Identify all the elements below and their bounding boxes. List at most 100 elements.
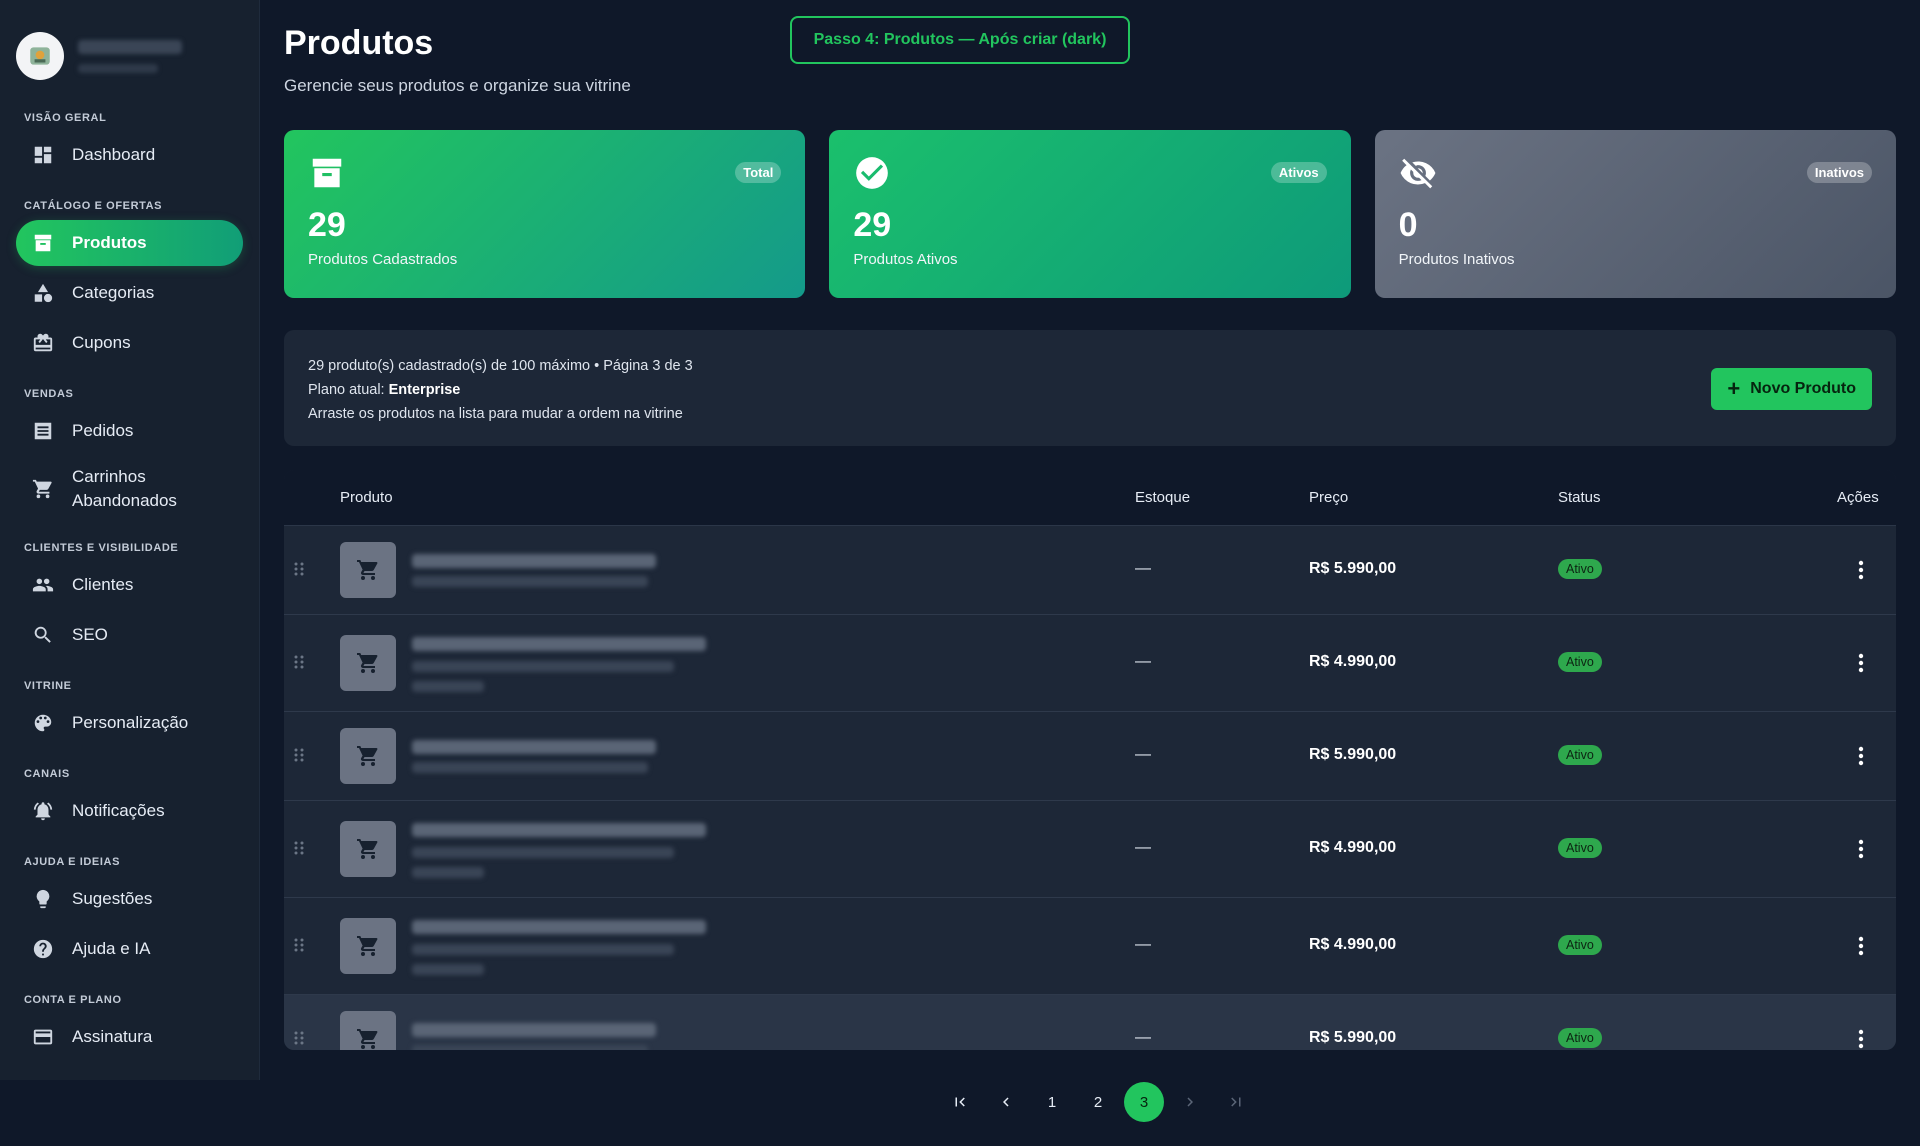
product-price: R$ 5.990,00: [1309, 560, 1397, 577]
product-thumbnail-cart-icon: [340, 1011, 396, 1050]
drag-handle-icon[interactable]: [294, 655, 304, 669]
product-price: R$ 5.990,00: [1309, 1029, 1397, 1046]
product-name-blurred: [412, 1023, 656, 1037]
page-button-2[interactable]: 2: [1078, 1082, 1118, 1122]
stat-value: 29: [308, 206, 346, 244]
more-actions-icon[interactable]: [1858, 936, 1864, 956]
more-actions-icon[interactable]: [1858, 560, 1864, 580]
section-title: VITRINE: [24, 680, 72, 692]
sidebar-item-categorias[interactable]: Categorias: [16, 270, 243, 316]
product-description-blurred: [412, 576, 648, 587]
table-header: Produto Estoque Preço Status Ações: [284, 470, 1896, 526]
drag-handle-icon[interactable]: [294, 748, 304, 762]
product-description-blurred: [412, 964, 484, 975]
sidebar-item-label: Ajuda e IA: [72, 939, 151, 958]
stat-label: Produtos Cadastrados: [308, 251, 458, 268]
product-thumbnail-cart-icon: [340, 821, 396, 877]
product-name-blurred: [412, 554, 656, 568]
sidebar-item-carrinhos-abandonados[interactable]: Carrinhos Abandonados: [16, 458, 243, 520]
table-row[interactable]: — R$ 4.990,00 Ativo: [284, 801, 1896, 898]
product-description-blurred: [412, 867, 484, 878]
sidebar-item-sugestoes[interactable]: Sugestões: [16, 876, 243, 922]
step-label: Passo 4: Produtos — Após criar (dark): [790, 16, 1130, 64]
sidebar-item-dashboard[interactable]: Dashboard: [16, 132, 243, 178]
palette-icon: [32, 712, 54, 734]
table-row[interactable]: — R$ 4.990,00 Ativo: [284, 615, 1896, 712]
drag-handle-icon[interactable]: [294, 562, 304, 576]
sidebar-item-clientes[interactable]: Clientes: [16, 562, 243, 608]
product-description-blurred: [412, 661, 674, 672]
status-badge: Ativo: [1558, 652, 1602, 672]
table-row[interactable]: — R$ 5.990,00 Ativo: [284, 526, 1896, 615]
page-button-1[interactable]: 1: [1032, 1082, 1072, 1122]
sidebar-item-pedidos[interactable]: Pedidos: [16, 408, 243, 454]
sidebar-item-label: Personalização: [72, 713, 189, 732]
product-stock: —: [1135, 839, 1151, 856]
product-thumbnail-cart-icon: [340, 542, 396, 598]
product-stock: —: [1135, 1029, 1151, 1046]
list-icon: [32, 420, 54, 442]
brand[interactable]: [0, 0, 259, 96]
sidebar-item-label: Categorias: [72, 283, 155, 302]
help-icon: [32, 938, 54, 960]
products-count-text: 29 produto(s) cadastrado(s) de 100 máxim…: [308, 358, 693, 374]
product-description-blurred: [412, 1045, 648, 1050]
stat-badge: Total: [735, 162, 782, 183]
status-badge: Ativo: [1558, 935, 1602, 955]
product-name-blurred: [412, 740, 656, 754]
stat-card-total: Total 29 Produtos Cadastrados: [284, 130, 806, 298]
new-product-label: Novo Produto: [1750, 380, 1856, 397]
new-product-button[interactable]: + Novo Produto: [1711, 368, 1872, 410]
last-page-icon: [1216, 1082, 1256, 1122]
sidebar-item-ajuda-ia[interactable]: Ajuda e IA: [16, 926, 243, 972]
product-price: R$ 4.990,00: [1309, 839, 1397, 856]
more-actions-icon[interactable]: [1858, 839, 1864, 859]
more-actions-icon[interactable]: [1858, 746, 1864, 766]
drag-hint-text: Arraste os produtos na lista para mudar …: [308, 406, 683, 422]
product-stock: —: [1135, 746, 1151, 763]
plan-prefix: Plano atual:: [308, 382, 389, 398]
sidebar: VISÃO GERAL Dashboard CATÁLOGO E OFERTAS…: [0, 0, 260, 1080]
section-title: AJUDA E IDEIAS: [24, 856, 121, 868]
lightbulb-icon: [32, 888, 54, 910]
sidebar-item-produtos[interactable]: Produtos: [16, 220, 243, 266]
sidebar-item-personalizacao[interactable]: Personalização: [16, 700, 243, 746]
archive-icon: [308, 154, 346, 192]
stat-badge: Ativos: [1270, 162, 1327, 183]
stat-badge: Inativos: [1806, 162, 1872, 183]
status-badge: Ativo: [1558, 838, 1602, 858]
column-header-estoque: Estoque: [1135, 489, 1191, 506]
sidebar-item-notificacoes[interactable]: Notificações: [16, 788, 243, 834]
current-plan-text: Plano atual: Enterprise: [308, 378, 1872, 402]
drag-handle-icon[interactable]: [294, 841, 304, 855]
sidebar-item-label: Assinatura: [72, 1027, 153, 1046]
more-actions-icon[interactable]: [1858, 1029, 1864, 1049]
cart-icon: [32, 478, 54, 500]
product-description-blurred: [412, 762, 648, 773]
table-row[interactable]: — R$ 4.990,00 Ativo: [284, 898, 1896, 995]
sidebar-item-seo[interactable]: SEO: [16, 612, 243, 658]
product-price: R$ 4.990,00: [1309, 653, 1397, 670]
product-stock: —: [1135, 936, 1151, 953]
page-button-3-current[interactable]: 3: [1124, 1082, 1164, 1122]
stats-cards: Total 29 Produtos Cadastrados Ativos 29 …: [284, 130, 1896, 298]
previous-page-icon[interactable]: [986, 1082, 1026, 1122]
plan-name: Enterprise: [388, 382, 461, 398]
column-header-status: Status: [1558, 489, 1601, 506]
table-row[interactable]: — R$ 5.990,00 Ativo: [284, 712, 1896, 801]
stat-label: Produtos Ativos: [853, 251, 958, 268]
drag-handle-icon[interactable]: [294, 938, 304, 952]
products-table: Produto Estoque Preço Status Ações — R$ …: [284, 470, 1896, 1050]
first-page-icon[interactable]: [940, 1082, 980, 1122]
table-row[interactable]: — R$ 5.990,00 Ativo: [284, 995, 1896, 1050]
plus-icon: +: [1727, 376, 1741, 401]
more-actions-icon[interactable]: [1858, 653, 1864, 673]
sidebar-item-assinatura[interactable]: Assinatura: [16, 1014, 243, 1060]
drag-handle-icon[interactable]: [294, 1031, 304, 1045]
stat-value: 0: [1398, 206, 1418, 244]
next-page-icon: [1170, 1082, 1210, 1122]
sidebar-item-label: SEO: [72, 625, 108, 644]
product-stock: —: [1135, 560, 1151, 577]
sidebar-item-cupons[interactable]: Cupons: [16, 320, 243, 366]
pagination: 1 2 3: [940, 1082, 1256, 1122]
